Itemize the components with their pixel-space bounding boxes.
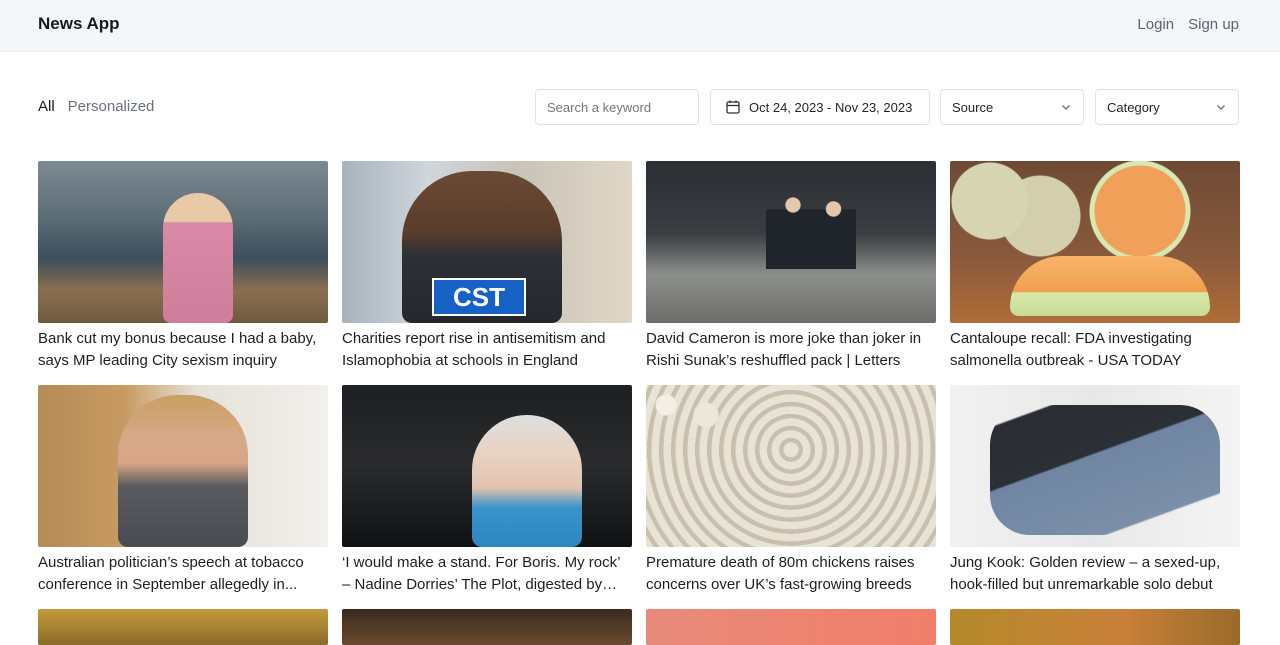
- article-title: Cantaloupe recall: FDA investigating sal…: [950, 330, 1192, 369]
- article-thumbnail: [38, 385, 328, 547]
- article-thumbnail: [342, 385, 632, 547]
- article-thumbnail: [950, 385, 1240, 547]
- article-thumbnail: [38, 161, 328, 323]
- date-range-label: Oct 24, 2023 - Nov 23, 2023: [749, 99, 913, 115]
- article-title: David Cameron is more joke than joker in…: [646, 330, 922, 369]
- article-title: Premature death of 80m chickens raises c…: [646, 554, 915, 593]
- article-card[interactable]: Jung Kook: Golden review – a sexed-up, h…: [950, 385, 1240, 596]
- date-range-picker[interactable]: Oct 24, 2023 - Nov 23, 2023: [710, 89, 930, 125]
- article-title: Jung Kook: Golden review – a sexed-up, h…: [950, 554, 1221, 593]
- calendar-icon: [725, 99, 741, 115]
- article-thumbnail: [646, 609, 936, 645]
- article-card[interactable]: Cantaloupe recall: FDA investigating sal…: [950, 161, 1240, 372]
- article-card[interactable]: Charities report rise in antisemitism an…: [342, 161, 632, 372]
- tab-all[interactable]: All: [38, 98, 55, 115]
- article-thumbnail: [646, 385, 936, 547]
- article-thumbnail: [342, 609, 632, 645]
- article-thumbnail: [950, 609, 1240, 645]
- app-title[interactable]: News App: [38, 14, 120, 34]
- article-thumbnail: [342, 161, 632, 323]
- article-card[interactable]: Australian politician’s speech at tobacc…: [38, 385, 328, 596]
- article-card[interactable]: David Cameron is more joke than joker in…: [646, 161, 936, 372]
- top-navbar: News App Login Sign up: [0, 0, 1280, 52]
- article-card[interactable]: [342, 609, 632, 645]
- article-card[interactable]: Premature death of 80m chickens raises c…: [646, 385, 936, 596]
- search-input[interactable]: [535, 89, 699, 125]
- article-title: Charities report rise in antisemitism an…: [342, 330, 606, 369]
- article-thumbnail: [950, 161, 1240, 323]
- article-title: Bank cut my bonus because I had a baby, …: [38, 330, 317, 369]
- auth-links: Login Sign up: [1137, 16, 1239, 33]
- tab-personalized[interactable]: Personalized: [68, 98, 155, 115]
- article-title: ‘I would make a stand. For Boris. My roc…: [342, 554, 620, 593]
- article-card[interactable]: ‘I would make a stand. For Boris. My roc…: [342, 385, 632, 596]
- source-select-label: Source: [952, 99, 994, 115]
- article-card[interactable]: [38, 609, 328, 645]
- category-select[interactable]: Category: [1095, 89, 1239, 125]
- article-card[interactable]: [950, 609, 1240, 645]
- signup-link[interactable]: Sign up: [1188, 16, 1239, 33]
- article-thumbnail: [38, 609, 328, 645]
- category-select-label: Category: [1107, 99, 1160, 115]
- chevron-down-icon: [1215, 101, 1227, 113]
- article-card[interactable]: [646, 609, 936, 645]
- login-link[interactable]: Login: [1137, 16, 1174, 33]
- article-thumbnail: [646, 161, 936, 323]
- chevron-down-icon: [1060, 101, 1072, 113]
- article-title: Australian politician’s speech at tobacc…: [38, 554, 304, 593]
- article-card[interactable]: Bank cut my bonus because I had a baby, …: [38, 161, 328, 372]
- feed-tabs: All Personalized: [38, 98, 154, 115]
- source-select[interactable]: Source: [940, 89, 1084, 125]
